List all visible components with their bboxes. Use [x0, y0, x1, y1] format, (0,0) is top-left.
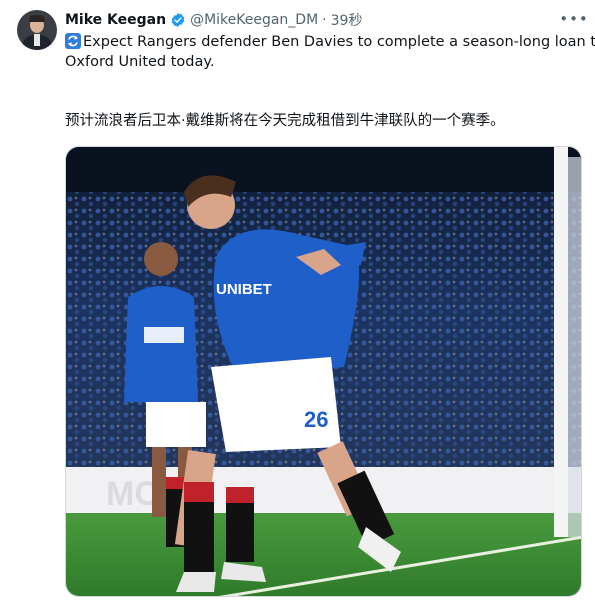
tweet-translation-text: 预计流浪者后卫本·戴维斯将在今天完成租借到牛津联队的一个赛季。	[65, 113, 505, 129]
shorts-number-text: 26	[304, 407, 328, 432]
tweet-timestamp[interactable]: 39秒	[331, 10, 363, 30]
author-display-name[interactable]: Mike Keegan	[65, 12, 166, 28]
more-options-icon[interactable]: •••	[559, 8, 588, 30]
repost-emoji-icon	[65, 33, 81, 49]
svg-text:MC: MC	[106, 475, 159, 513]
football-photo-illustration: MC UNIBET 26	[66, 147, 581, 596]
author-avatar[interactable]	[17, 10, 57, 50]
tweet-text-line-2: Oxford United today.	[65, 54, 215, 70]
tweet-photo[interactable]: MC UNIBET 26	[65, 146, 582, 597]
tweet-text-line-1: Expect Rangers defender Ben Davies to co…	[83, 34, 595, 50]
verified-badge-icon	[171, 13, 185, 27]
author-handle[interactable]: @MikeKeegan_DM	[190, 12, 318, 28]
tweet-body: Expect Rangers defender Ben Davies to co…	[65, 32, 595, 72]
tweet-header: Mike Keegan @MikeKeegan_DM · 39秒	[65, 10, 362, 30]
shirt-sponsor-text: UNIBET	[216, 281, 272, 298]
header-separator: ·	[322, 12, 327, 28]
